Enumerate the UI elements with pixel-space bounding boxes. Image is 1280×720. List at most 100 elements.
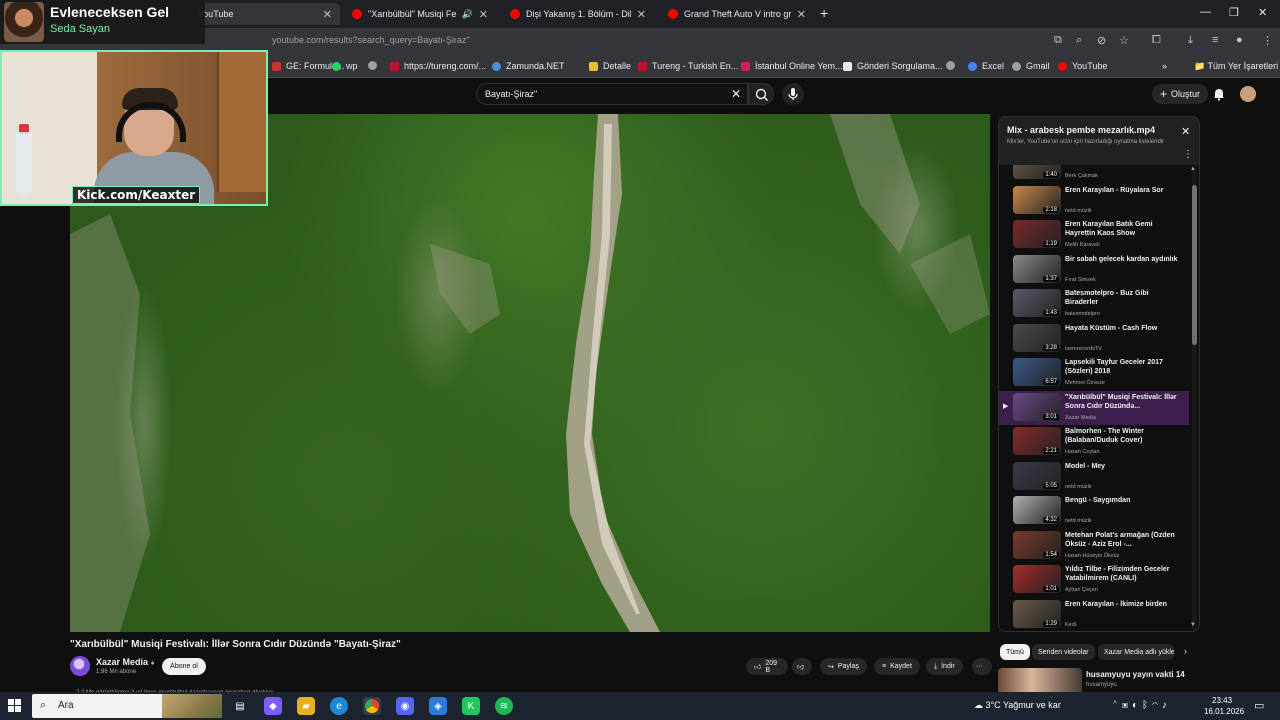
like-button[interactable]: 👍︎ 209 B bbox=[746, 658, 788, 675]
file-explorer-icon[interactable]: ▰ bbox=[297, 697, 315, 715]
bookmark-star-icon[interactable]: ☆ bbox=[1119, 34, 1129, 47]
playlist-item[interactable]: 5:05 Model - Mey netd müzik bbox=[999, 460, 1189, 494]
youtube-favicon-icon bbox=[668, 9, 678, 19]
search-button[interactable] bbox=[748, 83, 774, 105]
eye-off-icon[interactable]: ⊘ bbox=[1097, 34, 1106, 47]
bookmark-item[interactable]: Tureng - Turkish En... bbox=[638, 61, 738, 71]
bookmark-item[interactable]: https://tureng.com/... bbox=[390, 61, 486, 71]
new-tab-button[interactable]: + bbox=[820, 5, 828, 21]
bookmark-item[interactable]: Zamunda.NET bbox=[492, 61, 565, 71]
playlist-item[interactable]: 1:43 Batesmotelpro - Buz Gibi Biraderler b… bbox=[999, 287, 1189, 321]
close-playlist-icon[interactable]: ✕ bbox=[1181, 125, 1190, 138]
playlist-thumbnail: 1:29 bbox=[1013, 599, 1061, 628]
search-box[interactable]: Bayatı-Şiraz" ✕ bbox=[476, 83, 748, 105]
weather-widget[interactable]: ☁ 3°C Yağmur ve kar bbox=[974, 700, 1061, 711]
voice-search-button[interactable] bbox=[782, 83, 804, 105]
playlist-item[interactable]: 6:57 Lapsekili Tayfur Geceler 2017 (Sözle… bbox=[999, 356, 1189, 390]
channel-name[interactable]: Xazar Media ● bbox=[96, 657, 155, 667]
bookmark-item[interactable]: Detalle bbox=[589, 61, 631, 71]
bookmark-item[interactable]: wp bbox=[332, 61, 358, 71]
copilot-icon[interactable]: ◆ bbox=[264, 697, 282, 715]
address-bar[interactable]: youtube.com/results?search_query=Bayatı-… bbox=[272, 35, 470, 45]
playlist-item[interactable]: 3:28 Hayata Küstüm - Cash Flow isemrecords… bbox=[999, 322, 1189, 356]
browser-tab-xaribulbul[interactable]: "Xarıbülbül" Musiqi Festivalı 🔊 ✕ bbox=[344, 3, 496, 25]
bookmark-item[interactable] bbox=[368, 61, 382, 70]
save-button[interactable]: ≡ Kaydet bbox=[874, 658, 920, 675]
download-button[interactable]: ⤓ İndir bbox=[926, 658, 963, 675]
more-actions-button[interactable]: ··· bbox=[972, 658, 992, 675]
speaker-icon[interactable]: 🔊 bbox=[462, 9, 473, 20]
playlist-scrollbar-thumb[interactable] bbox=[1192, 185, 1197, 345]
channel-avatar[interactable] bbox=[70, 656, 90, 676]
playlist-item[interactable]: 1:37 Bir sabah gelecek kardan aydınlık Fır… bbox=[999, 253, 1189, 287]
discord-icon[interactable]: ◉ bbox=[396, 697, 414, 715]
app-icon[interactable]: ◈ bbox=[429, 697, 447, 715]
download-icon[interactable]: ⤓ bbox=[1188, 34, 1193, 47]
bookmark-item[interactable] bbox=[946, 61, 960, 70]
task-view-icon[interactable]: ▤ bbox=[231, 697, 249, 715]
playlist-item[interactable]: 1:29 Eren Karayılan - İkimize birden Kedi bbox=[999, 598, 1189, 632]
bookmarks-overflow-button[interactable]: » bbox=[1162, 61, 1167, 71]
all-bookmarks-folder[interactable]: 📁 Tüm Yer İşaretleri bbox=[1194, 61, 1278, 72]
playlist-thumbnail: 6:57 bbox=[1013, 358, 1061, 386]
zoom-icon[interactable]: ⌕ bbox=[1076, 34, 1082, 47]
chip-all[interactable]: Tümü bbox=[1000, 644, 1030, 660]
close-icon[interactable]: ✕ bbox=[797, 8, 806, 21]
scroll-up-arrow-icon[interactable]: ▲ bbox=[1190, 166, 1196, 172]
notification-icon[interactable]: ▭ bbox=[1254, 699, 1264, 712]
bookmark-item[interactable]: Gmail bbox=[1012, 61, 1050, 71]
create-button[interactable]: + Oluştur bbox=[1152, 84, 1209, 104]
playlist-item[interactable]: 1:40 Berk Çakmak bbox=[999, 165, 1189, 183]
window-close-button[interactable]: ✕ bbox=[1258, 6, 1267, 19]
install-app-icon[interactable]: ⧉ bbox=[1054, 34, 1062, 47]
minimize-button[interactable]: — bbox=[1200, 6, 1211, 18]
extensions-icon[interactable]: ⧠ bbox=[1152, 34, 1161, 47]
playlist-item[interactable]: 2:21 Balmorhen - The Winter (Balaban/Dudu… bbox=[999, 425, 1189, 459]
spotify-icon[interactable]: ≋ bbox=[495, 697, 513, 715]
playlist-menu-icon[interactable]: ⋮ bbox=[1183, 149, 1193, 160]
browser-menu-icon[interactable]: ⋮ bbox=[1262, 34, 1273, 47]
verified-check-icon: ● bbox=[150, 660, 155, 667]
dislike-button[interactable]: 👎︎ bbox=[792, 658, 812, 675]
search-input[interactable]: Bayatı-Şiraz" bbox=[485, 89, 537, 99]
browser-tab-youtube[interactable]: YouTube ✕ bbox=[190, 3, 340, 25]
restore-button[interactable]: ❐ bbox=[1229, 6, 1239, 19]
bookmark-item[interactable]: YouTube bbox=[1058, 61, 1107, 71]
media-control-icon[interactable]: ≡ bbox=[1212, 34, 1218, 46]
playlist-item[interactable]: 1:54 Metehan Polat's armağan (Özden Öksüz… bbox=[999, 529, 1189, 563]
clock-date[interactable]: 16.01.2026 bbox=[1204, 707, 1244, 716]
playlist-title[interactable]: Mix - arabesk pembe mezarlık.mp4 bbox=[1007, 125, 1155, 135]
recommended-video[interactable]: husamyuyu yayın vakti 14 husamyuyu bbox=[998, 666, 1198, 694]
close-icon[interactable]: ✕ bbox=[479, 8, 488, 21]
profile-icon[interactable]: ● bbox=[1236, 34, 1243, 46]
playlist-item[interactable]: 1:01 Yıldız Tilbe - Filizimden Geceler Ya… bbox=[999, 563, 1189, 597]
kick-icon[interactable]: K bbox=[462, 697, 480, 715]
playlist-item[interactable]: ▶ 3:01 "Xarıbülbül" Musiqi Festivalı: İllə… bbox=[999, 390, 1189, 425]
windows-start-icon[interactable] bbox=[8, 699, 22, 713]
close-icon[interactable]: ✕ bbox=[637, 8, 646, 21]
close-icon[interactable]: ✕ bbox=[323, 8, 332, 21]
clock-time[interactable]: 23:43 bbox=[1212, 696, 1232, 705]
account-avatar[interactable] bbox=[1240, 86, 1256, 102]
playlist-item[interactable]: 1:19 Eren Karayılan Batık Gemi Hayrettin … bbox=[999, 218, 1189, 252]
notifications-bell-icon[interactable] bbox=[1212, 87, 1226, 101]
playlist-item[interactable]: 4:32 Bengü - Saygımdan netd müzik bbox=[999, 494, 1189, 528]
browser-tab-disi-yakanis[interactable]: Dişi Yakanış 1. Bölüm - Dikkat Ş ✕ bbox=[502, 3, 654, 25]
share-button[interactable]: ↪ Paylaş bbox=[820, 658, 867, 675]
chip-series-videos[interactable]: Seriden videolar bbox=[1032, 644, 1095, 660]
taskbar-search[interactable]: ⌕ Ara bbox=[32, 694, 222, 718]
subscribe-button[interactable]: Abone ol bbox=[162, 658, 206, 675]
chrome-icon[interactable] bbox=[363, 697, 381, 715]
chevron-right-icon[interactable]: › bbox=[1184, 646, 1187, 656]
bookmark-item[interactable]: Excel bbox=[968, 61, 1004, 71]
system-tray[interactable]: ⌃▣◐ᛒ◠♪ bbox=[1112, 700, 1171, 711]
scroll-down-arrow-icon[interactable]: ▼ bbox=[1190, 622, 1196, 628]
playlist-item[interactable]: 2:18 Eren Karayılan - Rüyalara Sor netd mü… bbox=[999, 184, 1189, 218]
browser-tab-gta[interactable]: Grand Theft Auto V intro green ✕ bbox=[660, 3, 814, 25]
bookmark-item[interactable]: İstanbul Online Yem... bbox=[741, 61, 843, 71]
playlist-duration: 5:05 bbox=[1043, 482, 1059, 489]
bookmark-item[interactable]: Gönderi Sorgulama... bbox=[843, 61, 943, 71]
clear-search-icon[interactable]: ✕ bbox=[731, 87, 741, 101]
edge-icon[interactable]: e bbox=[330, 697, 348, 715]
chip-channel-uploads[interactable]: Xazar Media adlı yüklemeler bbox=[1098, 644, 1174, 660]
